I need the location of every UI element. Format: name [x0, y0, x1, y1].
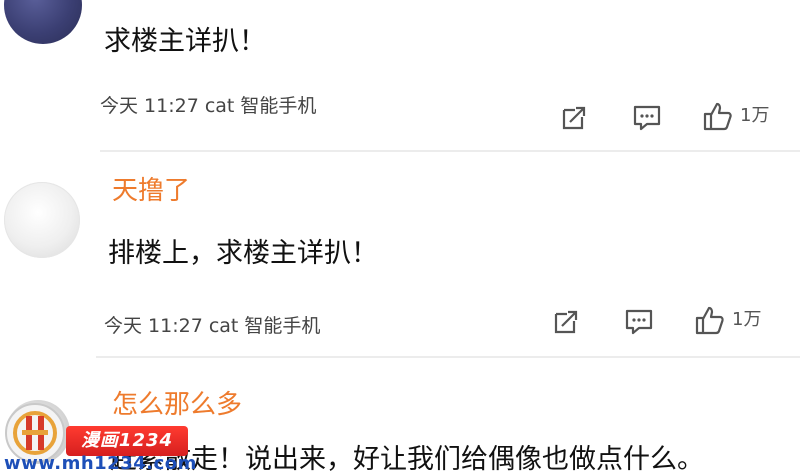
like-count: 1万	[732, 309, 762, 330]
comment-button[interactable]	[632, 104, 662, 132]
avatar[interactable]	[4, 182, 80, 258]
comment-icon	[633, 105, 661, 131]
avatar[interactable]	[4, 0, 82, 44]
comment-meta: 今天 11:27 cat 智能手机	[100, 94, 316, 118]
comment-meta: 今天 11:27 cat 智能手机	[104, 314, 320, 338]
like-button[interactable]: 1万	[694, 304, 761, 336]
comment-content: 排楼上，求楼主详扒！	[108, 238, 378, 269]
comment-time: 今天 11:27	[100, 95, 199, 117]
divider	[100, 150, 800, 152]
share-button[interactable]	[552, 308, 580, 336]
username[interactable]: 天撸了	[112, 176, 190, 206]
share-icon	[562, 106, 586, 130]
username[interactable]: 怎么那么多	[112, 390, 242, 420]
comment-device: cat 智能手机	[208, 315, 321, 337]
comment-device: cat 智能手机	[204, 95, 317, 117]
like-icon	[703, 102, 732, 131]
like-count: 1万	[740, 105, 770, 126]
comment-time: 今天 11:27	[104, 315, 203, 337]
share-icon	[554, 310, 578, 334]
share-button[interactable]	[560, 104, 588, 132]
comment-content: 求楼主详扒！	[104, 26, 266, 57]
comment-content: 赶紧散走！说出来，好让我们给偶像也做点什么。	[110, 444, 704, 475]
watermark-badge: 漫画1234	[66, 426, 188, 456]
divider	[96, 356, 800, 358]
comment-button[interactable]	[624, 308, 654, 336]
watermark-url[interactable]: www.mh1234.com	[4, 454, 197, 474]
comment-icon	[625, 309, 653, 335]
like-icon	[695, 306, 724, 335]
like-button[interactable]: 1万	[702, 100, 769, 132]
